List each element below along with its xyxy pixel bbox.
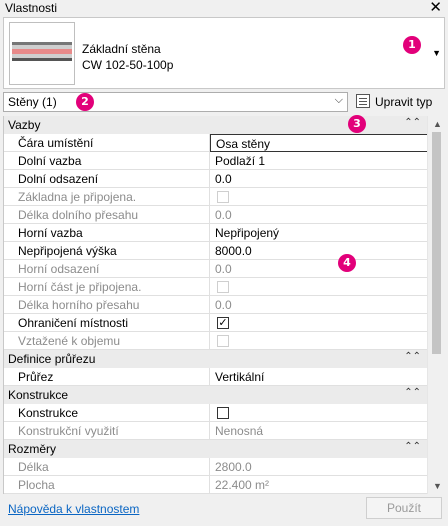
property-name: Konstrukce [4,404,210,422]
group-header-definice[interactable]: Definice průřezu ⌃⌃ [4,350,427,368]
checkbox [217,281,229,293]
window-title: Vlastnosti [5,1,58,15]
property-value[interactable]: 0.0 [210,170,427,188]
property-value: 2800.0 [210,458,427,476]
collapse-icon[interactable]: ⌃⌃ [404,351,421,362]
property-row: Konstrukční využití Nenosná [4,422,427,440]
vertical-scrollbar[interactable]: ▲ ▼ [427,116,445,494]
property-value: 22.400 m² [210,476,427,494]
property-name: Konstrukční využití [4,422,210,440]
property-name: Plocha [4,476,210,494]
group-header-konstrukce[interactable]: Konstrukce ⌃⌃ [4,386,427,404]
property-value[interactable]: 8000.0 [210,242,427,260]
property-value: 0.0 [210,260,427,278]
property-name: Průřez [4,368,210,386]
collapse-icon[interactable]: ⌃⌃ [404,387,421,398]
collapse-icon[interactable]: ⌃⌃ [404,441,421,452]
property-value [210,332,427,350]
property-name: Horní část je připojena. [4,278,210,296]
element-filter-dropdown[interactable]: Stěny (1) ⌵ [3,92,348,112]
property-value-dropdown[interactable]: Osa stěny [210,134,427,152]
edit-type-label: Upravit typ [375,95,433,109]
group-label: Rozměry [8,442,57,456]
checkbox [217,191,229,203]
callout-badge-2: 2 [76,93,94,111]
property-value [210,278,427,296]
chevron-down-icon[interactable]: ▼ [432,48,441,58]
type-selector[interactable]: Základní stěna CW 102-50-100p ▼ [3,17,445,89]
scrollbar-thumb[interactable] [432,132,441,354]
property-name: Základna je připojena. [4,188,210,206]
checkbox[interactable] [217,407,229,419]
property-row[interactable]: Konstrukce [4,404,427,422]
help-link[interactable]: Nápověda k vlastnostem [8,502,139,516]
scroll-up-icon[interactable]: ▲ [433,119,442,129]
property-row[interactable]: Ohraničení místnosti ✓ [4,314,427,332]
property-row[interactable]: Dolní vazba Podlaží 1 [4,152,427,170]
edit-type-button[interactable]: Upravit typ [353,92,445,112]
group-label: Konstrukce [8,388,69,402]
property-name: Horní odsazení [4,260,210,278]
callout-badge-1: 1 [403,36,421,54]
property-value[interactable]: Podlaží 1 [210,152,427,170]
property-name: Dolní vazba [4,152,210,170]
property-value[interactable]: ✓ [210,314,427,332]
chevron-down-icon: ⌵ [334,94,343,106]
property-name: Vztažené k objemu [4,332,210,350]
property-row[interactable]: Čára umístění Osa stěny [4,134,427,152]
property-row: Délka 2800.0 [4,458,427,476]
edit-type-icon [356,94,370,108]
property-value[interactable]: Vertikální [210,368,427,386]
properties-grid[interactable]: Vazby ⌃⌃ Čára umístění Osa stěny Dolní v… [3,116,427,494]
type-family-name: Základní stěna [82,42,161,56]
property-name: Čára umístění [4,134,210,152]
title-bar: Vlastnosti ✕ [0,0,448,17]
filter-value: Stěny (1) [8,95,57,109]
property-value: 0.0 [210,296,427,314]
property-row[interactable]: Horní vazba Nepřipojený [4,224,427,242]
property-row: Délka dolního přesahu 0.0 [4,206,427,224]
group-label: Vazby [8,118,41,132]
property-value[interactable] [210,404,427,422]
checkbox-checked[interactable]: ✓ [217,317,229,329]
scroll-down-icon[interactable]: ▼ [433,481,442,491]
property-name: Dolní odsazení [4,170,210,188]
property-row[interactable]: Průřez Vertikální [4,368,427,386]
property-value[interactable]: Nepřipojený [210,224,427,242]
property-value [210,188,427,206]
property-name: Ohraničení místnosti [4,314,210,332]
checkbox [217,335,229,347]
group-header-rozmery[interactable]: Rozměry ⌃⌃ [4,440,427,458]
type-preview-image [9,22,75,85]
close-icon[interactable]: ✕ [429,0,442,16]
property-row: Plocha 22.400 m² [4,476,427,494]
property-name: Délka horního přesahu [4,296,210,314]
property-name: Délka dolního přesahu [4,206,210,224]
type-name: CW 102-50-100p [82,58,174,72]
collapse-icon[interactable]: ⌃⌃ [404,117,421,128]
property-name: Horní vazba [4,224,210,242]
property-row: Horní část je připojena. [4,278,427,296]
property-row[interactable]: Dolní odsazení 0.0 [4,170,427,188]
callout-badge-3: 3 [348,115,366,133]
property-value: Nenosná [210,422,427,440]
apply-button[interactable]: Použít [366,497,442,519]
property-value: 0.0 [210,206,427,224]
property-row[interactable]: Nepřipojená výška 8000.0 [4,242,427,260]
group-label: Definice průřezu [8,352,96,366]
property-row: Horní odsazení 0.0 [4,260,427,278]
property-name: Nepřipojená výška [4,242,210,260]
property-row: Vztažené k objemu [4,332,427,350]
callout-badge-4: 4 [338,254,356,272]
property-name: Délka [4,458,210,476]
property-row: Délka horního přesahu 0.0 [4,296,427,314]
property-row: Základna je připojena. [4,188,427,206]
